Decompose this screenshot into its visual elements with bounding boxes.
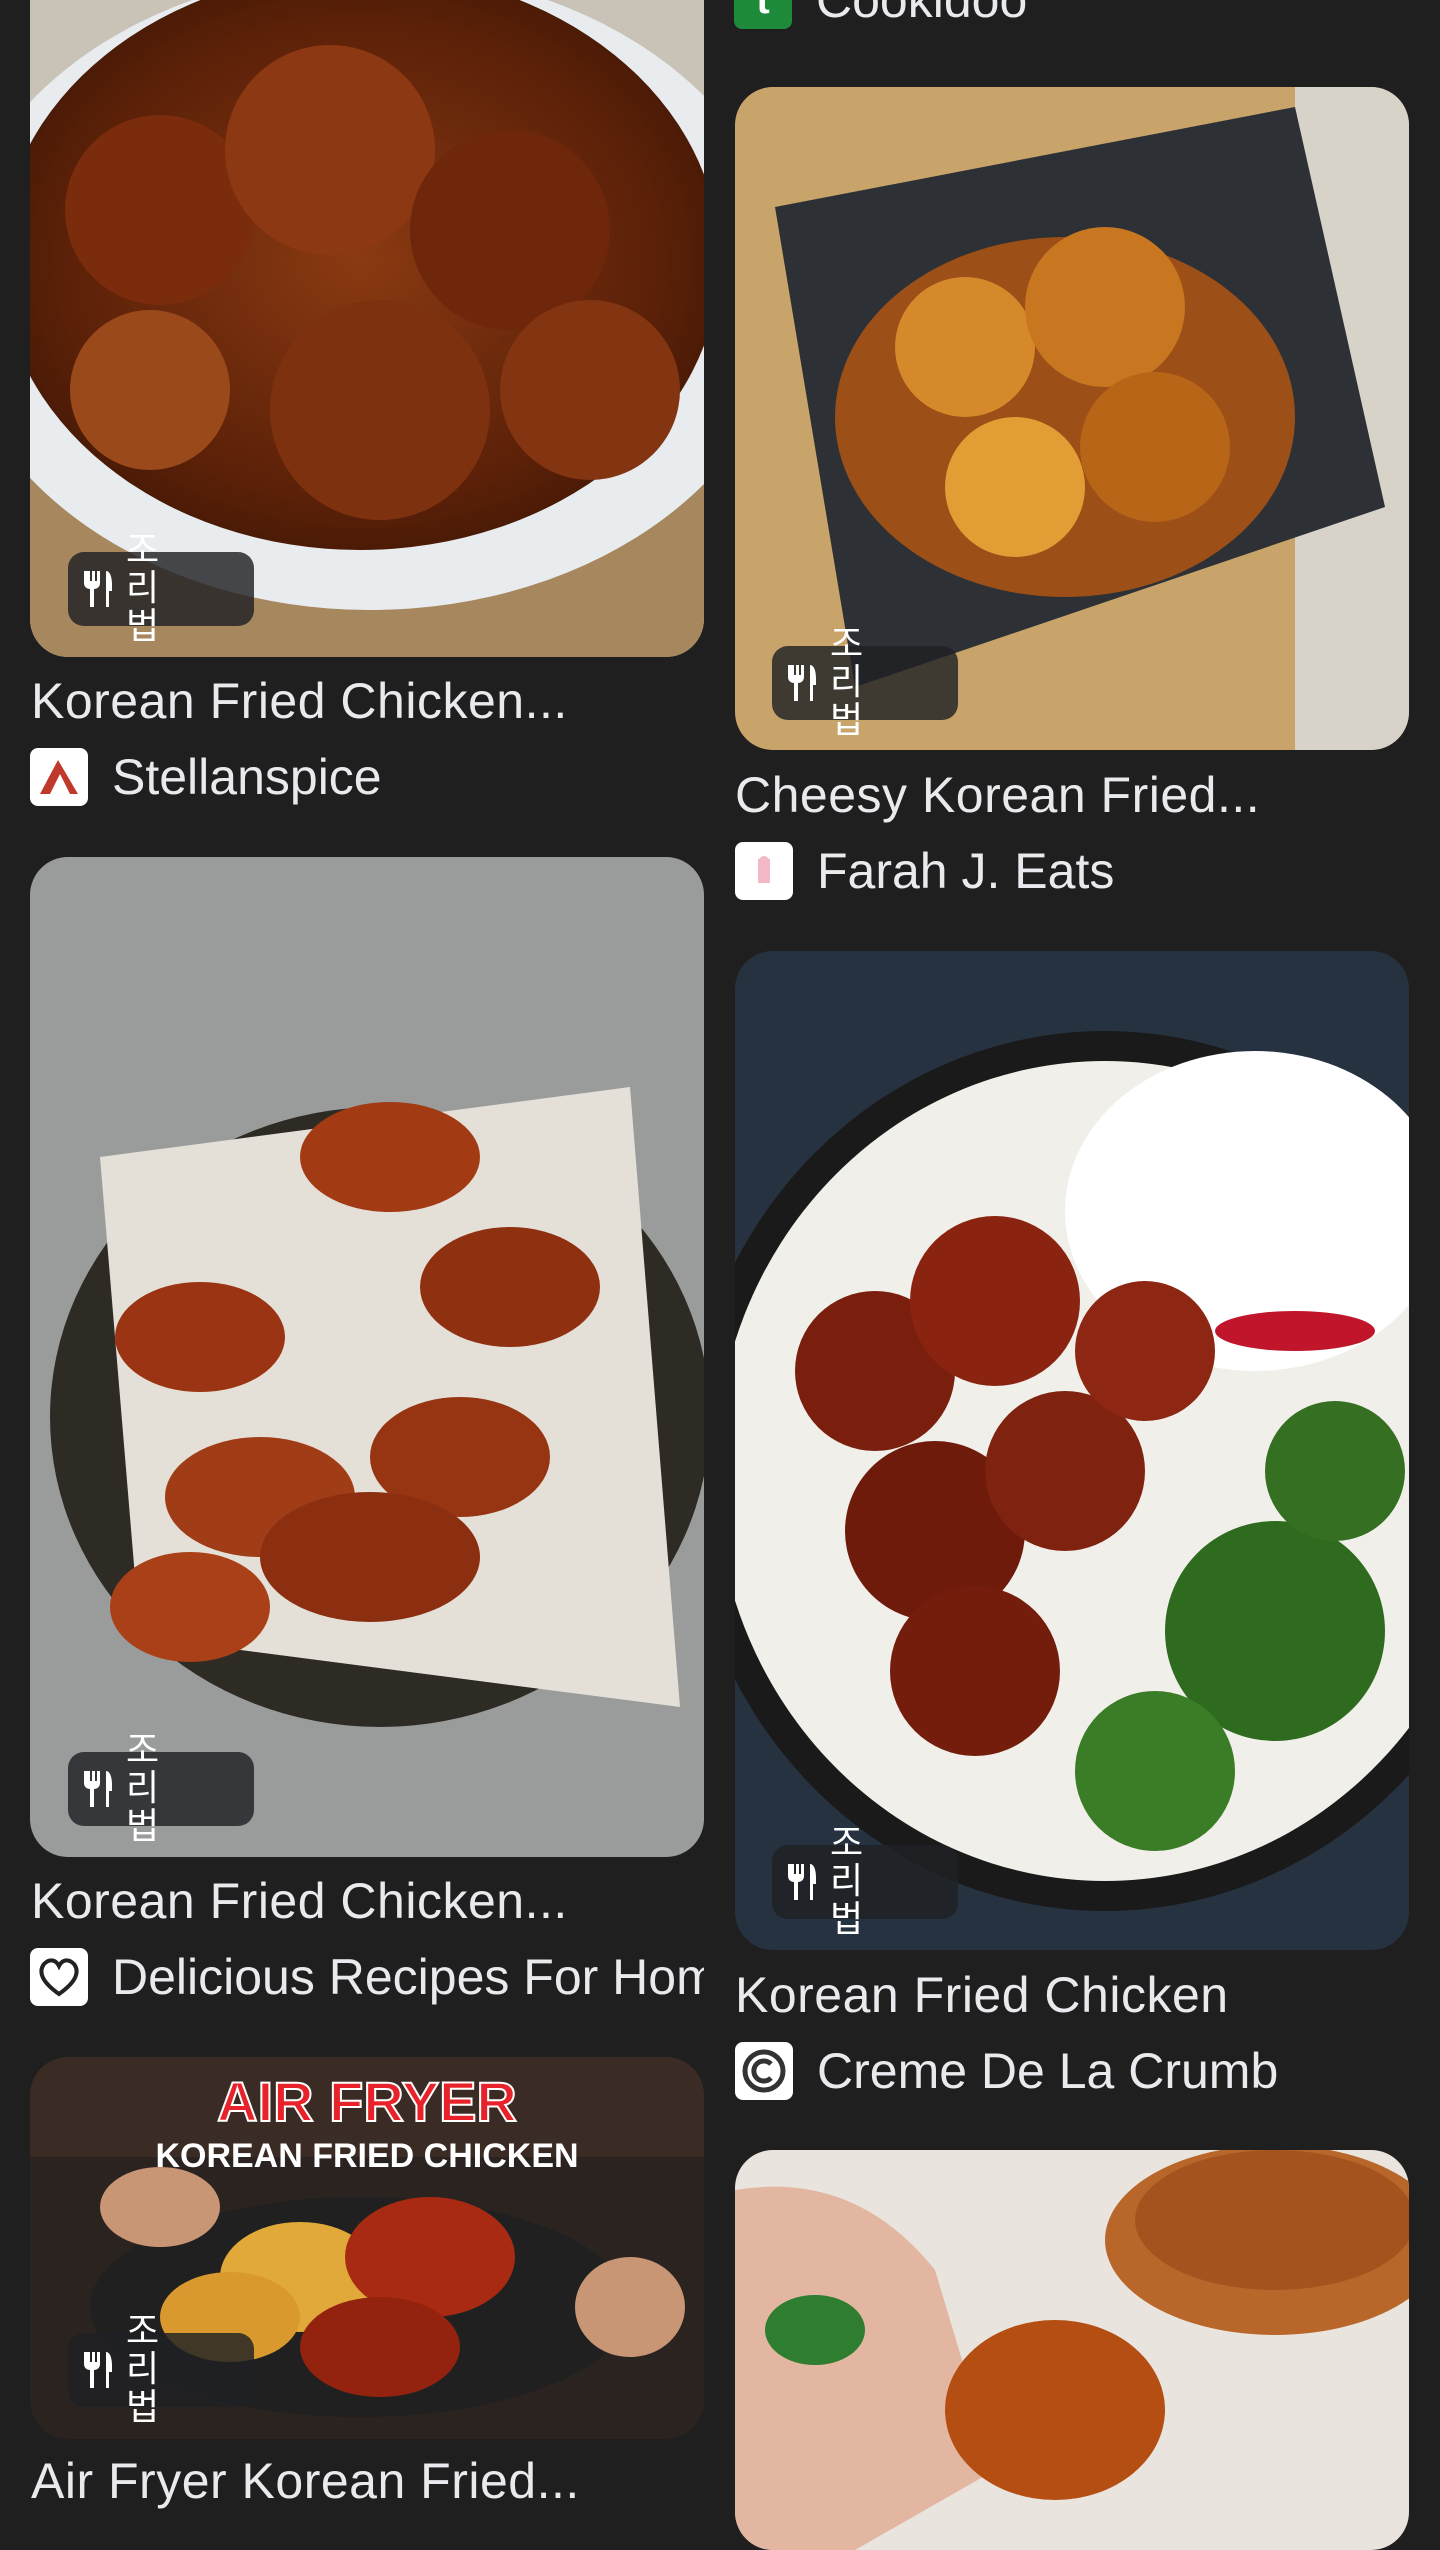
source-name: Stellanspice [112,749,382,805]
result-image[interactable] [30,857,704,1857]
cookidoo-logo-icon: t [734,0,792,29]
result-title[interactable]: Korean Fried Chicken... [31,1872,701,1930]
result-source[interactable]: t Cookidoo [734,0,1414,30]
fork-knife-icon [68,569,126,609]
thumbnail-subheadline: KOREAN FRIED CHICKEN [155,2137,579,2175]
source-name: Delicious Recipes For Hom [112,1949,704,2005]
result-title[interactable]: Korean Fried Chicken... [31,672,701,730]
result-title[interactable]: Korean Fried Chicken [735,1966,1409,2024]
korean-chicken-wings-photo [30,857,704,1857]
fork-knife-icon [68,2350,126,2390]
recipe-label: 조리법 [830,624,864,741]
chili-logo-icon [30,748,88,806]
recipe-badge: 조리법 [772,1825,958,1939]
thumbnail-headline: AIR FRYER [216,2069,518,2134]
result-source[interactable]: Farah J. Eats [735,842,1409,900]
result-source[interactable]: Stellanspice [30,748,704,806]
result-source[interactable]: Creme De La Crumb [735,2042,1409,2100]
result-image[interactable] [735,951,1409,1950]
recipe-label: 조리법 [126,1730,160,1847]
recipe-label: 조리법 [830,1823,864,1940]
crumb-logo-icon [735,2042,793,2100]
korean-fried-chicken-bowl-photo [735,951,1409,1950]
recipe-badge: 조리법 [772,626,958,740]
recipe-badge: 조리법 [68,1732,254,1846]
fork-knife-icon [68,1769,126,1809]
result-title[interactable]: Cheesy Korean Fried... [735,766,1409,824]
fork-knife-icon [772,663,830,703]
fork-knife-icon [772,1862,830,1902]
recipe-label: 조리법 [126,530,160,647]
result-image[interactable] [735,2150,1409,2550]
result-title[interactable]: Air Fryer Korean Fried... [31,2452,701,2510]
source-name: Cookidoo [816,0,1028,28]
recipe-badge: 조리법 [68,532,254,646]
recipe-label: 조리법 [126,2311,160,2428]
result-source[interactable]: Delicious Recipes For Hom [30,1948,704,2006]
heart-logo-icon [30,1948,88,2006]
source-name: Creme De La Crumb [817,2043,1279,2099]
recipe-badge: 조리법 [68,2313,254,2427]
glazed-chicken-bite-photo [735,2150,1409,2550]
farah-logo-icon [735,842,793,900]
source-name: Farah J. Eats [817,843,1115,899]
results-grid: t Cookidoo 조리법 Korean Fried Chi [0,0,1440,2550]
